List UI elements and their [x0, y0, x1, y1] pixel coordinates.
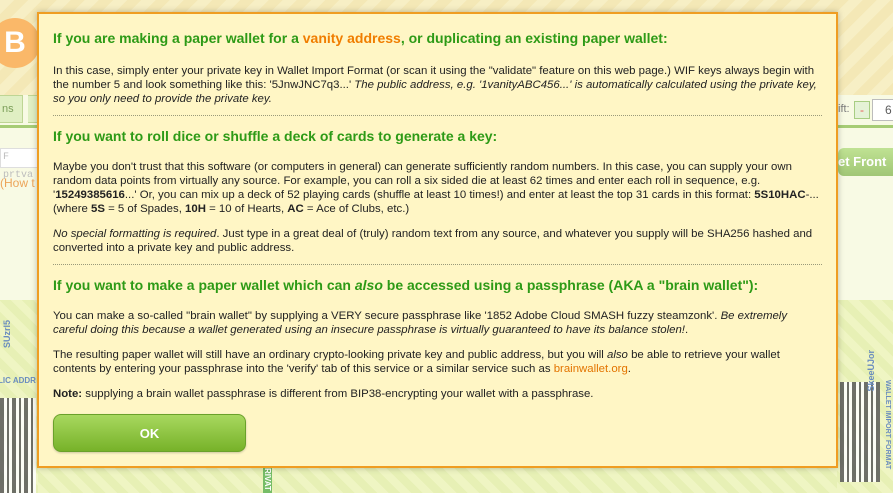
retrieve-paragraph: The resulting paper wallet will still ha… [53, 349, 780, 375]
section-title-vanity: If you are making a paper wallet for a v… [53, 30, 668, 46]
brainwallet-section: If you want to make a paper wallet which… [53, 277, 822, 401]
ok-button[interactable]: OK [53, 414, 246, 452]
vanity-section: If you are making a paper wallet for a v… [53, 30, 822, 106]
brainwallet-paragraph: You can make a so-called "brain wallet" … [53, 310, 788, 336]
section-divider [53, 264, 822, 265]
vanity-address-link[interactable]: vanity address [303, 30, 401, 46]
vanity-paragraph: In this case, simply enter your private … [53, 65, 817, 105]
help-modal: If you are making a paper wallet for a v… [37, 12, 838, 468]
note-paragraph: Note: supplying a brain wallet passphras… [53, 388, 594, 400]
section-title-dice: If you want to roll dice or shuffle a de… [53, 128, 498, 144]
section-title-brainwallet: If you want to make a paper wallet which… [53, 277, 759, 293]
formatting-paragraph: No special formatting is required. Just … [53, 228, 813, 254]
dice-section: If you want to roll dice or shuffle a de… [53, 128, 822, 255]
brainwallet-link[interactable]: brainwallet.org [554, 363, 628, 375]
dice-paragraph: Maybe you don't trust that this software… [53, 161, 819, 215]
section-divider [53, 115, 822, 116]
